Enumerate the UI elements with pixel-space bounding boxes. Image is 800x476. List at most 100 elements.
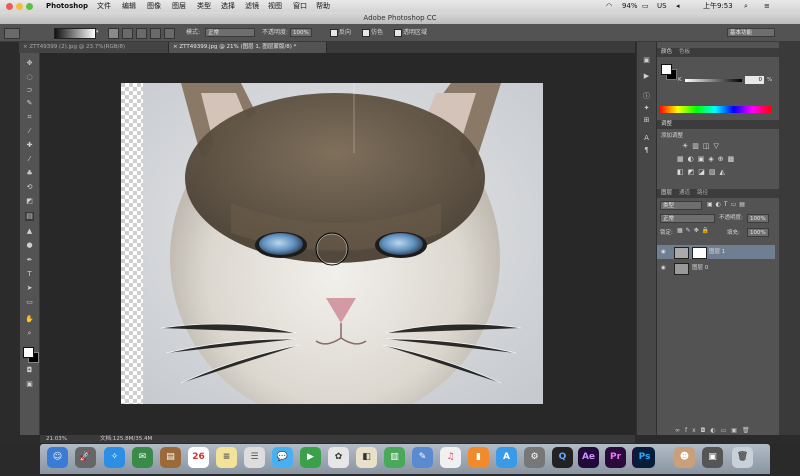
radial-gradient-icon[interactable] [122, 28, 133, 39]
paragraph-panel-icon[interactable]: ¶ [642, 146, 651, 155]
menu-window[interactable]: 窗口 [293, 0, 307, 12]
eyedropper-tool-icon[interactable]: ⁄ [25, 127, 34, 136]
fill-field[interactable]: 100% [747, 228, 769, 237]
menu-file[interactable]: 文件 [97, 0, 111, 12]
menu-edit[interactable]: 编辑 [122, 0, 136, 12]
tab-channels[interactable]: 通道 [679, 189, 690, 198]
facetime-icon[interactable]: ▶ [300, 447, 321, 468]
move-tool-icon[interactable]: ✥ [25, 59, 34, 68]
opacity-field[interactable]: 100% [290, 28, 312, 37]
after-effects-icon[interactable]: Ae [578, 447, 599, 468]
gradient-preview[interactable] [54, 28, 96, 39]
angle-gradient-icon[interactable] [136, 28, 147, 39]
app-menu[interactable]: Photoshop [46, 0, 88, 12]
blur-tool-icon[interactable]: ▲ [25, 227, 34, 236]
adjustment-icons-row-1[interactable]: ☀▥◫▽ [682, 142, 723, 150]
photos-icon[interactable]: ✿ [328, 447, 349, 468]
k-slider[interactable] [685, 79, 742, 82]
tab-document-2[interactable]: × ZTT49399.jpg @ 21% (图层 1, 图层蒙版/8) * [169, 42, 327, 53]
zoom-level[interactable]: 21.03% [46, 435, 67, 443]
tab-paths[interactable]: 路径 [697, 189, 708, 198]
layer-row-1[interactable]: ◉ 图层 1 [657, 245, 775, 259]
tab-adjustments[interactable]: 调整 [661, 120, 672, 129]
user-avatar-icon[interactable]: ☻ [674, 447, 695, 468]
stack-folder-icon[interactable]: ▣ [702, 447, 723, 468]
pen-tool-icon[interactable]: ✒ [25, 256, 34, 265]
color-ramp[interactable] [659, 106, 771, 113]
minimize-window-button[interactable] [16, 3, 23, 10]
reminders-icon[interactable]: ☰ [244, 447, 265, 468]
notes-icon[interactable]: ≡ [216, 447, 237, 468]
ibooks-icon[interactable]: ▮ [468, 447, 489, 468]
volume-icon[interactable]: ◂ [676, 0, 680, 12]
screen-mode-icon[interactable]: ▣ [25, 380, 34, 389]
reverse-checkbox[interactable] [330, 29, 338, 37]
type-tool-icon[interactable]: T [25, 270, 34, 279]
reflected-gradient-icon[interactable] [150, 28, 161, 39]
keynote-icon[interactable]: ◧ [356, 447, 377, 468]
menu-type[interactable]: 类型 [197, 0, 211, 12]
safari-icon[interactable]: ✧ [104, 447, 125, 468]
itunes-icon[interactable]: ♫ [440, 447, 461, 468]
menu-filter[interactable]: 滤镜 [245, 0, 259, 12]
tool-preset-picker[interactable] [4, 28, 20, 39]
character-panel-icon[interactable]: A [642, 134, 651, 143]
eraser-tool-icon[interactable]: ◩ [25, 197, 34, 206]
crop-tool-icon[interactable]: ⌗ [25, 113, 34, 122]
quick-select-tool-icon[interactable]: ✎ [25, 99, 34, 108]
layer-filter-select[interactable]: 类型 [660, 201, 702, 210]
brush-panel-icon[interactable]: ✦ [642, 104, 651, 113]
foreground-color-swatch[interactable] [23, 347, 34, 358]
tab-layers[interactable]: 图层 [661, 189, 672, 198]
info-panel-icon[interactable]: ⓘ [642, 92, 651, 101]
finder-icon[interactable]: ☺ [47, 447, 68, 468]
tab-color[interactable]: 颜色 [661, 48, 672, 57]
workspace-switcher[interactable]: 基本功能 [727, 28, 775, 37]
path-selection-tool-icon[interactable]: ➤ [25, 284, 34, 293]
menu-image[interactable]: 图像 [147, 0, 161, 12]
messages-icon[interactable]: 💬 [272, 447, 293, 468]
contacts-icon[interactable]: ▤ [160, 447, 181, 468]
quick-mask-icon[interactable]: ◘ [25, 366, 34, 375]
input-source[interactable]: US [657, 0, 667, 12]
layer-opacity-field[interactable]: 100% [747, 214, 769, 223]
layer-filter-icons[interactable]: ▣◐T▭▤ [707, 201, 748, 208]
linear-gradient-icon[interactable] [108, 28, 119, 39]
rectangle-tool-icon[interactable]: ▭ [25, 298, 34, 307]
pages-icon[interactable]: ✎ [412, 447, 433, 468]
adjustment-icons-row-3[interactable]: ◧◩◪▨◭ [677, 168, 729, 176]
menu-view[interactable]: 视图 [268, 0, 282, 12]
history-brush-tool-icon[interactable]: ⟲ [25, 183, 34, 192]
layer-panel-footer-icons[interactable]: ∞fx◘◐▭▣🗑 [675, 427, 755, 434]
tab-swatches[interactable]: 色板 [679, 48, 690, 57]
mode-select[interactable]: 正常 [205, 28, 255, 37]
system-preferences-icon[interactable]: ⚙ [524, 447, 545, 468]
hand-tool-icon[interactable]: ✋ [25, 315, 34, 324]
menu-help[interactable]: 帮助 [316, 0, 330, 12]
close-window-button[interactable] [6, 3, 13, 10]
app-store-icon[interactable]: A [496, 447, 517, 468]
diamond-gradient-icon[interactable] [164, 28, 175, 39]
clock[interactable]: 上午9:53 [703, 0, 733, 12]
color-foreground-swatch[interactable] [661, 64, 672, 75]
photoshop-icon[interactable]: Ps [634, 447, 655, 468]
k-value-field[interactable]: 0 [745, 76, 764, 84]
blend-mode-select[interactable]: 正常 [660, 214, 715, 223]
mail-icon[interactable]: ✉ [132, 447, 153, 468]
numbers-icon[interactable]: ▥ [384, 447, 405, 468]
menu-select[interactable]: 选择 [221, 0, 235, 12]
layer-row-2[interactable]: ◉ 图层 0 [657, 261, 775, 275]
notification-center-icon[interactable]: ≡ [764, 0, 770, 12]
launchpad-icon[interactable]: 🚀 [75, 447, 96, 468]
document-size[interactable]: 文档:125.8M/35.4M [100, 435, 152, 443]
spotlight-icon[interactable]: ⌕ [744, 0, 748, 12]
visibility-eye-icon[interactable]: ◉ [661, 261, 666, 275]
quicktime-icon[interactable]: Q [552, 447, 573, 468]
properties-panel-icon[interactable]: ▶ [642, 72, 651, 81]
dodge-tool-icon[interactable]: ● [25, 241, 34, 250]
adjustment-icons-row-2[interactable]: ▦◐▣◈⊕▩ [677, 155, 738, 163]
visibility-eye-icon[interactable]: ◉ [661, 245, 666, 259]
calendar-icon[interactable]: 26 [188, 447, 209, 468]
history-panel-icon[interactable]: ▣ [642, 56, 651, 65]
lock-icons[interactable]: ▦✎✥🔒 [677, 227, 712, 234]
